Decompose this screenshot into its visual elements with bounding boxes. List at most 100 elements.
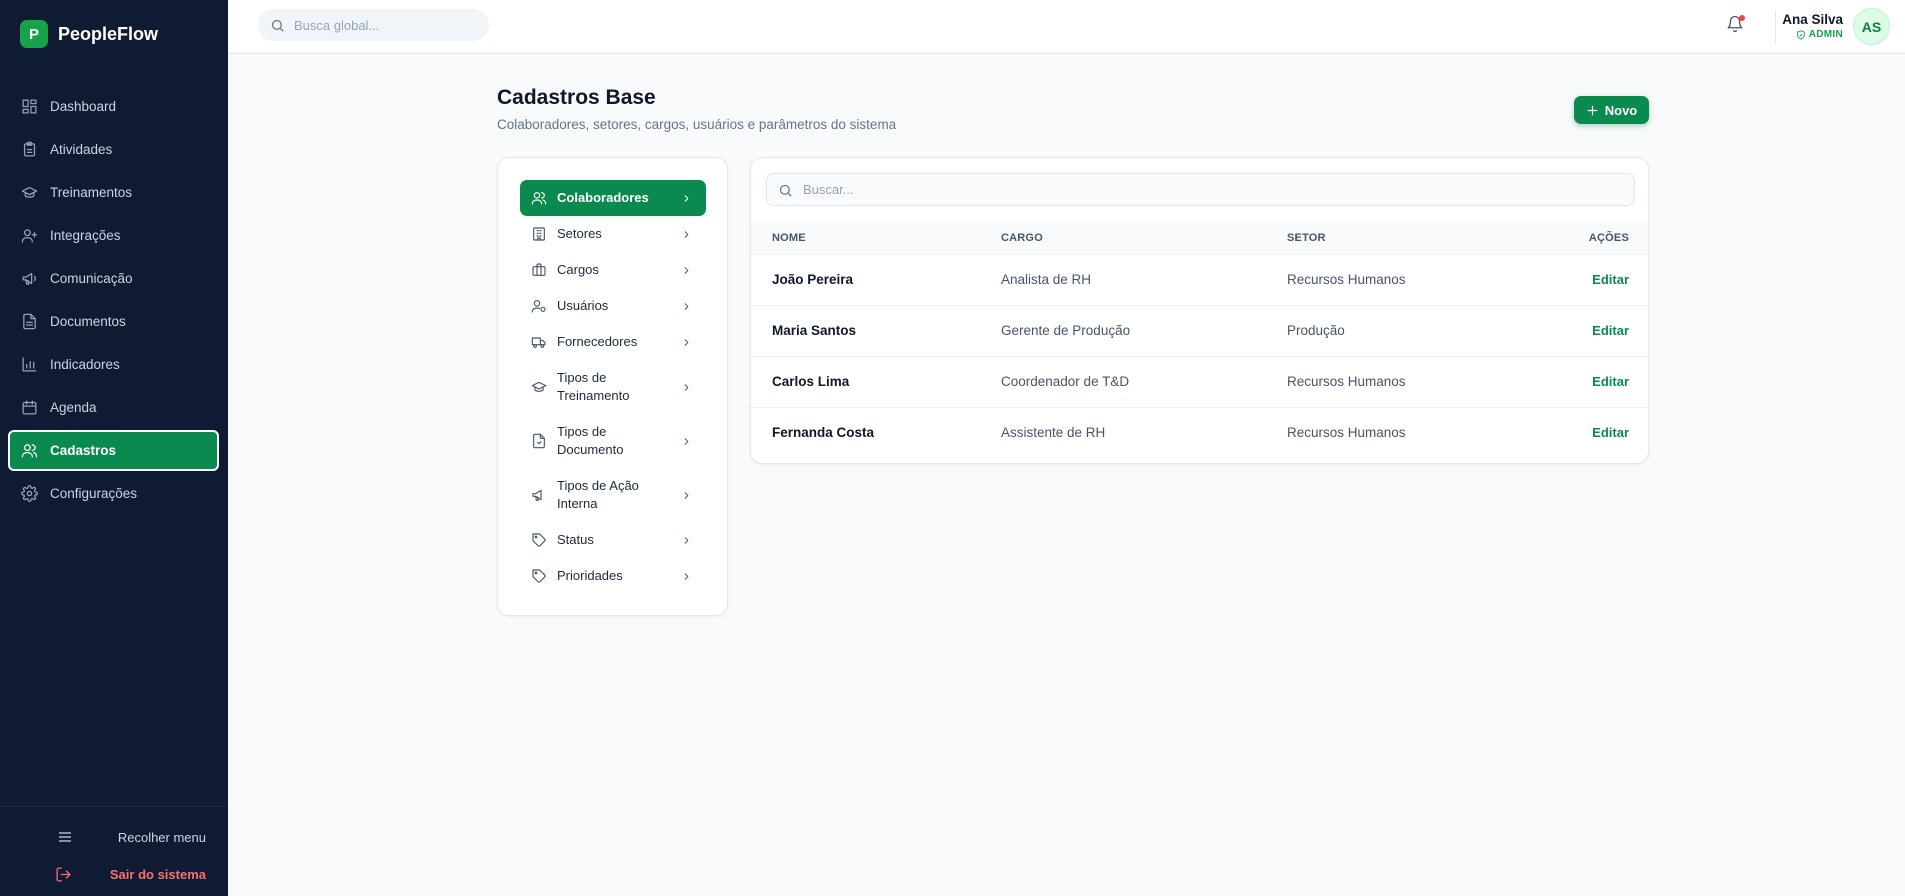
page-title: Cadastros Base — [497, 86, 656, 109]
logout-icon — [56, 866, 71, 882]
document-icon — [23, 313, 36, 330]
table-search-input[interactable] — [803, 175, 1623, 204]
user-role-badge: ADMIN — [1796, 29, 1843, 40]
category-label: Status — [557, 532, 594, 547]
chevron-right-icon — [684, 383, 689, 391]
search-icon — [271, 19, 284, 32]
edit-link[interactable]: Editar — [1592, 323, 1629, 338]
chevron-right-icon — [684, 437, 689, 445]
category-item-prioridades[interactable]: Prioridades — [520, 558, 706, 594]
category-item-fornecedores[interactable]: Fornecedores — [520, 324, 706, 360]
cell-setor: Recursos Humanos — [1287, 374, 1406, 389]
cell-nome: Maria Santos — [772, 323, 857, 338]
sidebar-item-label: Documentos — [50, 314, 126, 329]
avatar[interactable]: AS — [1853, 8, 1890, 45]
column-header-nome[interactable]: NOME — [772, 232, 806, 244]
sidebar-item-label: Cadastros — [50, 443, 117, 458]
category-label: Setores — [557, 226, 602, 241]
tag-icon — [532, 533, 546, 547]
table-row[interactable]: João Pereira Analista de RH Recursos Hum… — [751, 255, 1648, 306]
sidebar-item-label: Configurações — [50, 486, 138, 501]
sidebar-item-documentos[interactable]: Documentos — [8, 301, 219, 342]
sidebar-item-label: Integrações — [50, 228, 121, 243]
sidebar-item-agenda[interactable]: Agenda — [8, 387, 219, 428]
chevron-right-icon — [684, 194, 689, 202]
sidebar-item-integracoes[interactable]: Integrações — [8, 215, 219, 256]
topbar-divider — [1775, 10, 1776, 44]
chevron-right-icon — [684, 536, 689, 544]
category-label: Tipos de Treinamento — [557, 369, 630, 405]
category-label: Tipos de Documento — [557, 423, 623, 459]
sidebar-item-cadastros[interactable]: Cadastros — [8, 430, 219, 471]
category-item-usuarios[interactable]: Usuários — [520, 288, 706, 324]
cell-cargo: Assistente de RH — [1001, 425, 1106, 440]
column-header-setor[interactable]: SETOR — [1287, 232, 1326, 244]
column-header-cargo[interactable]: CARGO — [1001, 232, 1043, 244]
collapse-menu-button[interactable]: Recolher menu — [0, 827, 228, 847]
global-search-input[interactable] — [294, 10, 479, 40]
notifications-button[interactable] — [1726, 15, 1746, 35]
logout-button[interactable]: Sair do sistema — [0, 864, 228, 884]
table-search — [766, 173, 1635, 206]
cell-nome: Fernanda Costa — [772, 425, 875, 440]
cell-cargo: Analista de RH — [1001, 272, 1092, 287]
global-search — [258, 9, 489, 41]
clipboard-icon — [23, 141, 36, 157]
table-row[interactable]: Carlos Lima Coordenador de T&D Recursos … — [751, 357, 1648, 408]
edit-link[interactable]: Editar — [1592, 374, 1629, 389]
table-row[interactable]: Maria Santos Gerente de Produção Produçã… — [751, 306, 1648, 357]
megaphone-icon — [532, 489, 542, 501]
chevron-right-icon — [684, 230, 689, 238]
column-header-acoes: AÇÕES — [1588, 232, 1629, 244]
brand-logo: P — [20, 20, 48, 48]
category-item-cargos[interactable]: Cargos — [520, 252, 706, 288]
edit-link[interactable]: Editar — [1592, 425, 1629, 440]
sidebar-item-label: Agenda — [50, 400, 97, 415]
gear-icon — [21, 485, 38, 502]
sidebar-item-label: Treinamentos — [50, 185, 133, 200]
shield-icon — [1796, 29, 1805, 40]
user-cog-icon — [531, 300, 546, 313]
menu-icon — [59, 832, 71, 842]
brand-name: PeopleFlow — [58, 23, 159, 44]
category-item-status[interactable]: Status — [520, 522, 706, 558]
sidebar-item-indicadores[interactable]: Indicadores — [8, 344, 219, 385]
category-item-setores[interactable]: Setores — [520, 216, 706, 252]
category-label-line: Treinamento — [557, 388, 630, 403]
cell-setor: Produção — [1287, 323, 1345, 338]
users-icon — [21, 444, 38, 458]
plus-icon — [1587, 105, 1598, 115]
topbar: Ana Silva ADMIN AS — [228, 0, 1905, 54]
category-item-colaboradores[interactable]: Colaboradores — [520, 180, 706, 216]
cell-nome: Carlos Lima — [772, 374, 850, 389]
sidebar-item-treinamentos[interactable]: Treinamentos — [8, 172, 219, 213]
sidebar-footer: Recolher menu Sair do sistema — [0, 806, 228, 896]
briefcase-icon — [532, 263, 546, 276]
sidebar-item-label: Atividades — [50, 142, 113, 157]
new-button[interactable]: Novo — [1574, 96, 1649, 124]
chevron-right-icon — [684, 491, 689, 499]
new-button-label: Novo — [1604, 102, 1638, 118]
category-item-tipos-acao-interna[interactable]: Tipos de Ação Interna — [520, 468, 706, 522]
category-label-line: Tipos de — [557, 424, 607, 439]
sidebar-item-comunicacao[interactable]: Comunicação — [8, 258, 219, 299]
truck-icon — [531, 337, 546, 348]
sidebar-item-dashboard[interactable]: Dashboard — [8, 86, 219, 127]
graduation-cap-icon — [531, 381, 547, 392]
notification-dot — [1739, 15, 1745, 21]
category-item-tipos-treinamento[interactable]: Tipos de Treinamento — [520, 360, 706, 414]
category-label-line: Documento — [557, 442, 624, 457]
edit-link[interactable]: Editar — [1592, 272, 1629, 287]
sidebar-item-configuracoes[interactable]: Configurações — [8, 473, 219, 514]
logout-label: Sair do sistema — [109, 866, 206, 882]
table-row[interactable]: Fernanda Costa Assistente de RH Recursos… — [751, 408, 1648, 459]
category-label: Fornecedores — [557, 334, 638, 349]
tag-icon — [532, 569, 546, 583]
category-item-tipos-documento[interactable]: Tipos de Documento — [520, 414, 706, 468]
cell-setor: Recursos Humanos — [1287, 272, 1406, 287]
brand[interactable]: P PeopleFlow — [20, 20, 158, 48]
sidebar-item-atividades[interactable]: Atividades — [8, 129, 219, 170]
category-label-line: Tipos de — [557, 370, 607, 385]
page-subtitle: Colaboradores, setores, cargos, usuários… — [497, 117, 897, 132]
sidebar-item-label: Dashboard — [50, 99, 117, 114]
